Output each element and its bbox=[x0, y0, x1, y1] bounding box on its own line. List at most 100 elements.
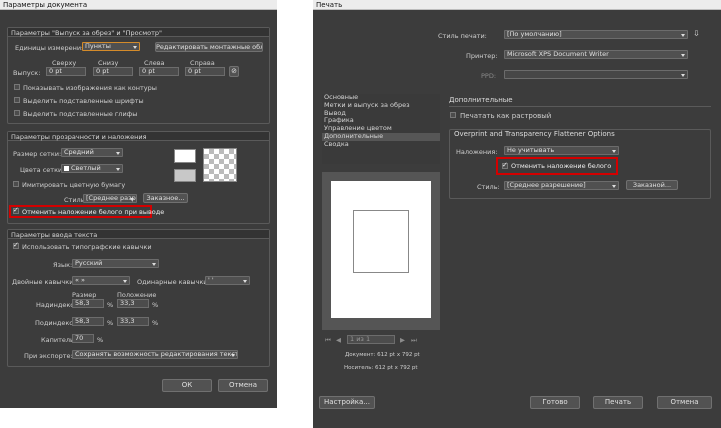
cancel-button[interactable]: Отмена bbox=[657, 396, 712, 409]
highlight-fonts-checkbox[interactable] bbox=[14, 97, 20, 103]
media-size: Носитель: 612 pt x 792 pt bbox=[344, 365, 418, 371]
print-preset-dropdown[interactable]: [По умолчанию] bbox=[504, 30, 688, 39]
page-nav: ⏮ ◀ 1 из 1 ▶ ⏭ bbox=[322, 334, 440, 346]
page-number-input[interactable]: 1 из 1 bbox=[347, 335, 395, 344]
dialog-title: Печать bbox=[316, 1, 343, 9]
sidebar-item-summary[interactable]: Сводка bbox=[322, 140, 440, 149]
first-page-icon[interactable]: ⏮ bbox=[325, 336, 331, 345]
gray-swatch[interactable] bbox=[174, 169, 196, 182]
units-dropdown[interactable]: Пункты bbox=[82, 42, 140, 51]
transparency-header: Параметры прозрачности и наложения bbox=[8, 132, 269, 141]
superscript-pos-pct: % bbox=[152, 301, 159, 309]
double-quotes-dropdown[interactable]: « » bbox=[72, 276, 130, 285]
subscript-label: Подиндекс: bbox=[35, 319, 76, 327]
discard-white-label: Отменить наложение белого bbox=[511, 162, 612, 170]
setup-button[interactable]: Настройка... bbox=[319, 396, 375, 409]
bleed-header: Параметры "Выпуск за обрез" и "Просмотр" bbox=[8, 28, 269, 37]
superscript-size-input[interactable]: 58,3 bbox=[72, 299, 104, 308]
bleed-right-input[interactable]: 0 pt bbox=[185, 67, 225, 76]
single-quotes-label: Одинарные кавычки: bbox=[137, 278, 210, 286]
print-raster-checkbox[interactable] bbox=[450, 112, 456, 118]
simulate-paper-checkbox[interactable] bbox=[13, 181, 19, 187]
ok-button[interactable]: ОК bbox=[162, 379, 212, 392]
grid-colors-value: Светлый bbox=[71, 164, 101, 172]
discard-white-checkbox[interactable] bbox=[502, 161, 508, 169]
units-label: Единицы измерения: bbox=[15, 44, 88, 52]
print-dialog: Печать Стиль печати: [По умолчанию] ⇩ Пр… bbox=[313, 0, 721, 428]
bleed-top-input[interactable]: 0 pt bbox=[46, 67, 86, 76]
text-options-header: Параметры ввода текста bbox=[8, 230, 269, 239]
save-preset-icon[interactable]: ⇩ bbox=[693, 30, 704, 39]
simulate-paper-label: Имитировать цветную бумагу bbox=[22, 181, 126, 189]
section-divider bbox=[449, 106, 711, 107]
small-caps-input[interactable]: 70 bbox=[72, 334, 94, 343]
overprint-dropdown[interactable]: Не учитывать bbox=[504, 146, 619, 155]
show-outline-checkbox[interactable] bbox=[14, 84, 20, 90]
grid-size-dropdown[interactable]: Средний bbox=[61, 148, 123, 157]
print-preview-area bbox=[322, 172, 440, 330]
typo-quotes-label: Использовать типографские кавычки bbox=[22, 243, 152, 251]
chain-link-icon: ⊘ bbox=[231, 67, 237, 75]
custom-button[interactable]: Заказное... bbox=[143, 193, 188, 203]
print-raster-label: Печатать как растровый bbox=[460, 112, 552, 120]
overprint-label: Наложения: bbox=[456, 148, 498, 156]
link-bleed-button[interactable]: ⊘ bbox=[229, 66, 239, 77]
flattener-style-dropdown[interactable]: [Среднее разрешение] bbox=[504, 181, 619, 190]
left-label: Слева bbox=[144, 59, 165, 67]
subscript-size-pct: % bbox=[107, 319, 114, 327]
single-quotes-dropdown[interactable]: ' ' bbox=[205, 276, 250, 285]
cancel-button[interactable]: Отмена bbox=[218, 379, 268, 392]
size-header: Размер bbox=[72, 291, 97, 299]
subscript-size-input[interactable]: 58,3 bbox=[72, 317, 104, 326]
bleed-label: Выпуск: bbox=[13, 69, 41, 77]
style-label: Стиль: bbox=[477, 183, 500, 191]
printer-dropdown[interactable]: Microsoft XPS Document Writer bbox=[504, 50, 688, 59]
document-setup-dialog: Параметры документа Параметры "Выпуск за… bbox=[0, 0, 277, 408]
print-sections-list: Основные Метки и выпуск за обрез Вывод Г… bbox=[322, 93, 440, 164]
highlight-glyphs-checkbox[interactable] bbox=[14, 110, 20, 116]
document-size: Документ: 612 pt x 792 pt bbox=[345, 352, 420, 358]
bottom-label: Снизу bbox=[98, 59, 119, 67]
grid-colors-dropdown[interactable]: Светлый bbox=[61, 164, 123, 173]
highlight-glyphs-label: Выделить подставленные глифы bbox=[23, 110, 138, 118]
bleed-bottom-input[interactable]: 0 pt bbox=[93, 67, 133, 76]
white-swatch[interactable] bbox=[174, 149, 196, 163]
grid-size-label: Размер сетки: bbox=[13, 150, 62, 158]
subscript-pos-input[interactable]: 33,3 bbox=[117, 317, 149, 326]
discard-white-label: Отменить наложение белого при выводе bbox=[22, 208, 165, 216]
top-label: Сверху bbox=[52, 59, 77, 67]
ppd-dropdown[interactable] bbox=[504, 70, 688, 79]
title-bar: Параметры документа bbox=[0, 0, 277, 10]
small-caps-pct: % bbox=[97, 336, 104, 344]
print-button[interactable]: Печать bbox=[593, 396, 643, 409]
custom-button[interactable]: Заказной... bbox=[626, 180, 678, 190]
export-label: При экспорте: bbox=[24, 352, 73, 360]
title-bar: Печать bbox=[313, 0, 721, 10]
printer-label: Принтер: bbox=[466, 52, 498, 60]
show-outline-label: Показывать изображения как контуры bbox=[23, 84, 157, 92]
language-label: Язык: bbox=[53, 261, 73, 269]
superscript-label: Надиндекс: bbox=[36, 301, 77, 309]
discard-white-checkbox[interactable] bbox=[13, 206, 19, 214]
last-page-icon[interactable]: ⏭ bbox=[411, 336, 417, 345]
preview-page bbox=[331, 181, 431, 318]
prev-page-icon[interactable]: ◀ bbox=[336, 336, 341, 344]
dialog-title: Параметры документа bbox=[3, 1, 88, 9]
superscript-size-pct: % bbox=[107, 301, 114, 309]
edit-artboards-button[interactable]: Редактировать монтажные области bbox=[155, 42, 263, 52]
grid-colors-label: Цвета сетки: bbox=[20, 166, 65, 174]
preview-artboard bbox=[353, 210, 409, 273]
ppd-label: PPD: bbox=[481, 72, 497, 80]
transparency-grid-preview bbox=[203, 148, 237, 182]
highlight-fonts-label: Выделить подставленные шрифты bbox=[23, 97, 144, 105]
bleed-left-input[interactable]: 0 pt bbox=[139, 67, 179, 76]
flattener-style-dropdown[interactable]: [Среднее разре... bbox=[83, 194, 137, 203]
language-dropdown[interactable]: Русский bbox=[72, 259, 159, 268]
subscript-pos-pct: % bbox=[152, 319, 159, 327]
superscript-pos-input[interactable]: 33,3 bbox=[117, 299, 149, 308]
position-header: Положение bbox=[117, 291, 157, 299]
next-page-icon[interactable]: ▶ bbox=[400, 336, 405, 344]
export-dropdown[interactable]: Сохранять возможность редактирования тек… bbox=[72, 350, 238, 359]
done-button[interactable]: Готово bbox=[530, 396, 580, 409]
typo-quotes-checkbox[interactable] bbox=[13, 241, 19, 249]
